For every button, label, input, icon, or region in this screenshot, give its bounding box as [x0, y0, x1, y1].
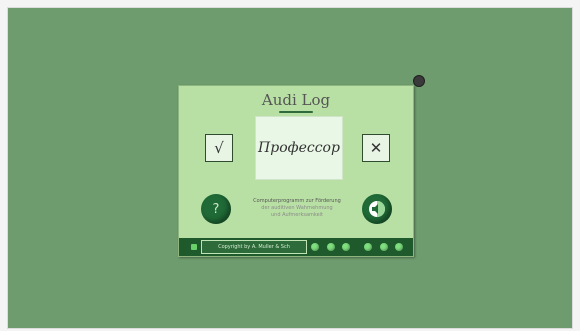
- sound-button[interactable]: [362, 194, 392, 224]
- status-indicator: [191, 244, 197, 250]
- bottom-bar: Copyright by A. Muller & Sch: [179, 238, 413, 256]
- word-card: Профессор: [255, 116, 343, 180]
- progress-led: [327, 243, 335, 251]
- no-button[interactable]: ✕: [362, 134, 390, 162]
- progress-led: [311, 243, 319, 251]
- description-line: Computerprogramm zur Förderung: [253, 198, 341, 204]
- close-icon[interactable]: [413, 75, 425, 87]
- description: Computerprogramm zur Förderung der audit…: [237, 198, 357, 219]
- displayed-word: Профессор: [258, 140, 340, 156]
- app-panel: Audi Log √ Профессор ✕ ? Computerprogram…: [178, 85, 414, 257]
- yes-button[interactable]: √: [205, 134, 233, 162]
- description-line: der auditiven Wahrnehmung: [261, 205, 333, 211]
- help-button[interactable]: ?: [201, 194, 231, 224]
- title-underline: [279, 111, 313, 113]
- speaker-icon: [369, 201, 385, 217]
- credit-box: Copyright by A. Muller & Sch: [201, 240, 307, 254]
- progress-led: [342, 243, 350, 251]
- credit-text: Copyright by A. Muller & Sch: [218, 244, 290, 250]
- app-title: Audi Log: [261, 91, 331, 109]
- progress-led: [380, 243, 388, 251]
- progress-led: [364, 243, 372, 251]
- help-label: ?: [212, 201, 220, 217]
- description-line: und Aufmerksamkeit: [270, 212, 324, 218]
- progress-led: [395, 243, 403, 251]
